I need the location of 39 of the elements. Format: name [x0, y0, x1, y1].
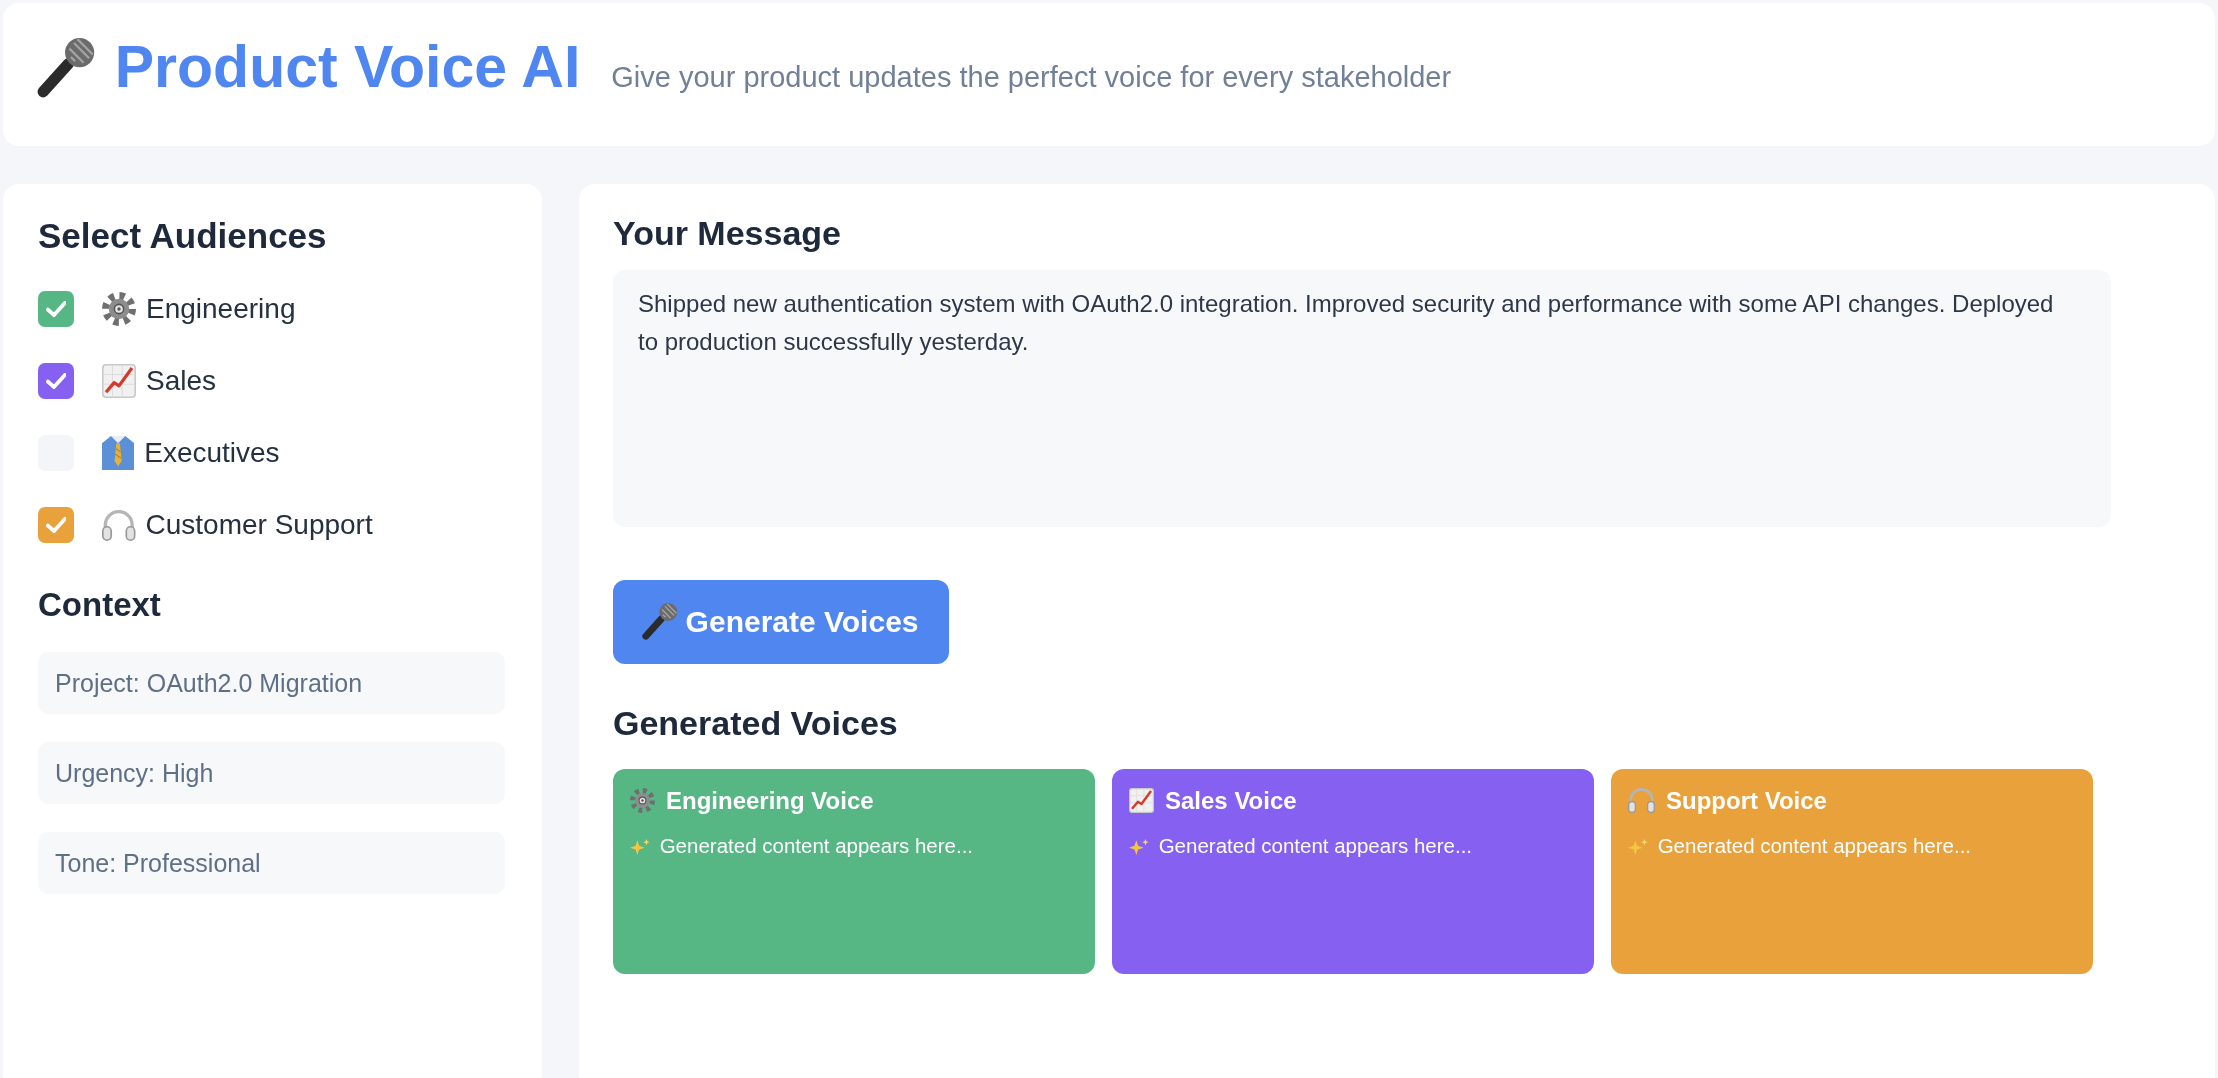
section-title: Select Audiences	[38, 215, 328, 257]
gear-icon	[630, 788, 655, 814]
voice-card-text: Generated content appears here...	[1657, 833, 1972, 860]
section-title: Your Message	[613, 213, 842, 254]
gear-icon	[102, 292, 136, 326]
audience-label[interactable]: Sales	[146, 364, 217, 398]
shirt-tie-icon	[102, 436, 135, 470]
sparkle-icon	[1129, 838, 1149, 855]
voice-card-title: Sales Voice	[1165, 786, 1297, 816]
audience-label[interactable]: Customer Support	[145, 508, 373, 542]
context-item: Urgency: High	[38, 741, 505, 804]
message-field[interactable]: Shipped new authentication system with OAuth2.0 integration. Improved security and performance with some API changes. Deployed to production successfully yesterday.	[613, 269, 2111, 527]
app-subtitle: Give your product updates the perfect voice for every stakeholder	[611, 60, 1452, 95]
check-icon	[45, 373, 67, 389]
audience-label[interactable]: Executives	[144, 436, 280, 470]
headphones-icon	[1628, 788, 1655, 814]
microphone-icon	[642, 603, 678, 641]
section-title: Context	[38, 585, 162, 625]
checkbox[interactable]	[38, 363, 74, 399]
context-item: Project: OAuth2.0 Migration	[38, 651, 505, 714]
line-chart-icon	[1129, 788, 1154, 814]
check-icon	[45, 301, 67, 317]
app-title: Product Voice AI	[114, 33, 581, 102]
section-title: Generated Voices	[613, 702, 899, 744]
sparkle-icon	[630, 838, 650, 855]
checkbox[interactable]	[38, 507, 74, 543]
headphones-icon	[102, 509, 136, 541]
microphone-icon	[37, 37, 95, 98]
context-item: Tone: Professional	[38, 831, 505, 894]
voice-card-title: Support Voice	[1666, 786, 1827, 816]
voice-card-text: Generated content appears here...	[659, 833, 974, 860]
audience-label[interactable]: Engineering	[146, 292, 296, 326]
checkbox[interactable]	[38, 291, 74, 327]
generate-button[interactable]: Generate Voices	[613, 579, 949, 664]
voice-card-text: Generated content appears here...	[1158, 833, 1473, 860]
sparkle-icon	[1628, 838, 1648, 855]
voice-card-title: Engineering Voice	[666, 786, 874, 816]
check-icon	[45, 517, 67, 533]
line-chart-icon	[102, 364, 136, 398]
